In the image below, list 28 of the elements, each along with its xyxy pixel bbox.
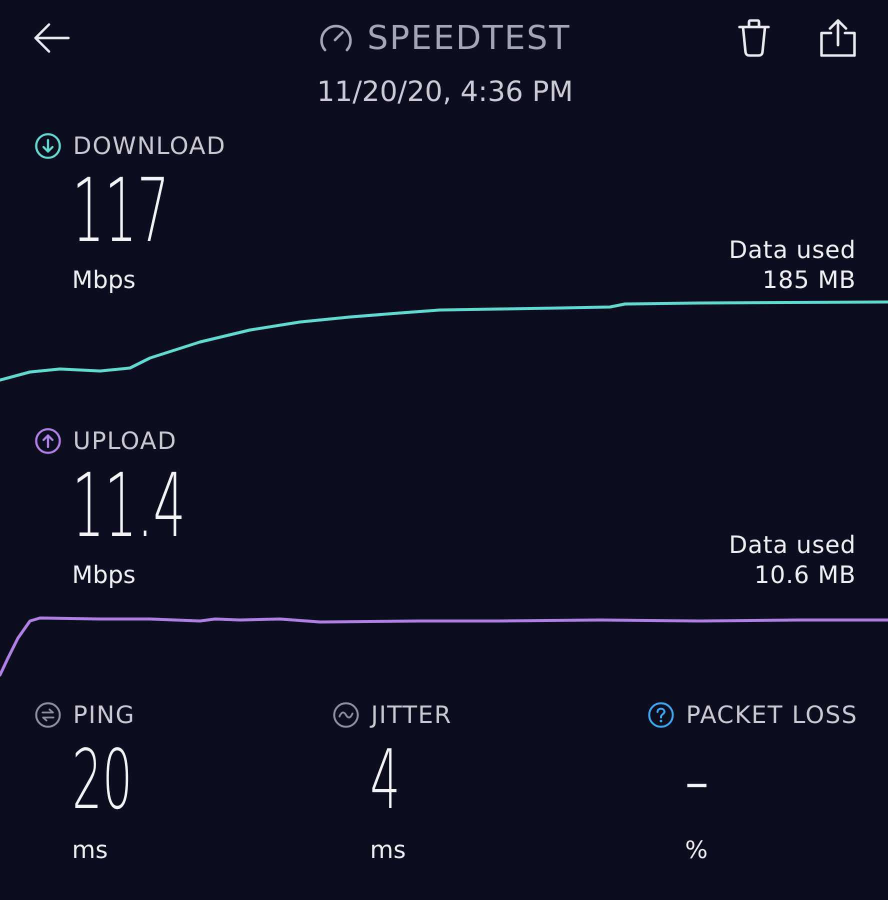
metric-unit: % <box>685 835 708 865</box>
arrow-left-icon <box>34 23 70 53</box>
metric-value: 20 <box>72 748 133 814</box>
gauge-icon <box>319 22 354 54</box>
metric-value: 4 <box>370 748 400 814</box>
back-button[interactable] <box>34 23 70 53</box>
metric-unit: ms <box>370 835 406 865</box>
delete-button[interactable] <box>738 19 770 57</box>
speed-unit: Mbps <box>72 265 136 295</box>
share-button[interactable] <box>820 19 856 57</box>
data-used-label: Data used <box>728 530 856 560</box>
data-used-value: 185 MB <box>762 265 856 295</box>
metric-label: PACKET LOSS <box>686 701 858 729</box>
share-icon <box>820 19 856 57</box>
data-used-value: 10.6 MB <box>754 560 856 590</box>
result-label: UPLOAD <box>73 427 177 455</box>
metric-value: – <box>685 748 709 814</box>
result-label: DOWNLOAD <box>73 132 226 160</box>
metric-unit: ms <box>72 835 108 865</box>
metric-label: JITTER <box>371 701 452 729</box>
data-used-label: Data used <box>728 235 856 265</box>
trash-icon <box>738 19 770 57</box>
metric-label: PING <box>73 701 136 729</box>
app-title: SPEEDTEST <box>367 18 571 58</box>
speed-unit: Mbps <box>72 560 136 590</box>
speed-value: 11.4 <box>72 470 186 542</box>
test-date: 11/20/20, 4:36 PM <box>316 75 574 109</box>
speed-value: 117 <box>72 175 170 247</box>
